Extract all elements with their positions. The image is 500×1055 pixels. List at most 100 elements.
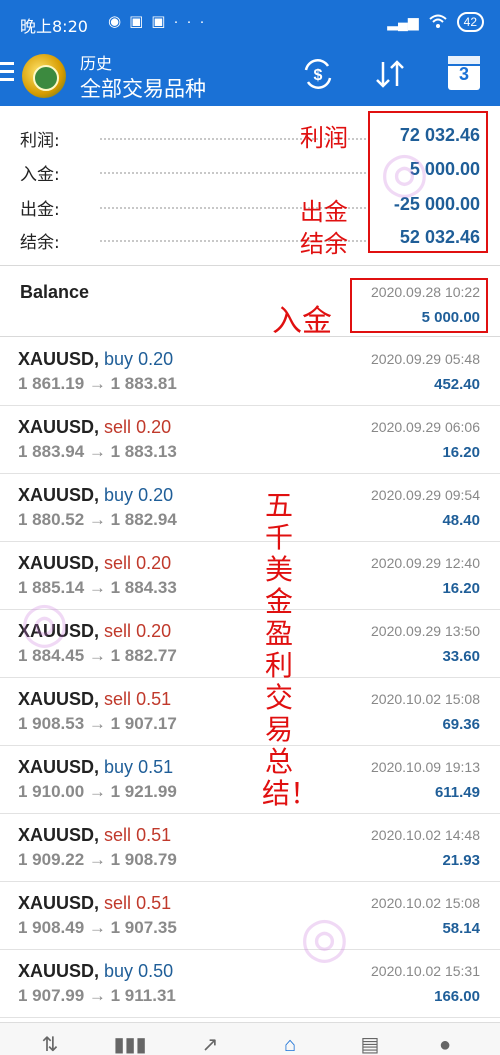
deal-row[interactable]: XAUUSD, sell 0.51 1 908.53 → 1 907.17 20… — [0, 678, 500, 746]
deal-row[interactable]: XAUUSD, sell 0.51 1 909.22 → 1 908.79 20… — [0, 814, 500, 882]
deal-profit: 48.40 — [442, 512, 480, 529]
deal-symbol: XAUUSD, — [18, 349, 100, 369]
deal-row[interactable]: XAUUSD, buy 0.20 1 861.19 → 1 883.81 202… — [0, 338, 500, 406]
dotted-leader — [100, 172, 370, 174]
calendar-icon[interactable]: 3 — [448, 56, 480, 90]
deal-volume: 0.51 — [136, 825, 172, 845]
deal-row[interactable]: XAUUSD, sell 0.51 1 908.49 → 1 907.35 20… — [0, 882, 500, 950]
status-right: ▂▄▆ 42 — [387, 12, 484, 32]
annotation-box-deposit — [350, 278, 488, 333]
deal-direction: buy — [104, 485, 134, 505]
quotes-icon[interactable]: ⇅ — [30, 1035, 70, 1055]
deal-symbol: XAUUSD, — [18, 621, 100, 641]
deal-profit: 69.36 — [442, 716, 480, 733]
notification-icon: ▣ — [129, 13, 152, 30]
deal-date: 2020.10.02 15:08 — [371, 691, 480, 707]
deal-row[interactable]: XAUUSD, sell 0.20 1 883.94 → 1 883.13 20… — [0, 406, 500, 474]
notification-icon-2: ▣ — [151, 13, 174, 30]
deal-profit: 611.49 — [434, 784, 480, 801]
deal-row[interactable]: XAUUSD, buy 0.20 1 880.52 → 1 882.94 202… — [0, 474, 500, 542]
battery-indicator: 42 — [456, 12, 484, 32]
menu-icon[interactable] — [0, 62, 14, 88]
status-time: 晚上8:20 — [20, 17, 88, 36]
deal-direction: buy — [104, 349, 134, 369]
annotation-box-summary — [368, 111, 488, 253]
deal-volume: 0.51 — [136, 893, 172, 913]
deal-direction: sell — [104, 825, 132, 845]
deal-row[interactable]: XAUUSD, sell 0.20 1 884.45 → 1 882.77 20… — [0, 610, 500, 678]
deal-row[interactable]: XAUUSD, buy 0.50 1 907.99 → 1 911.31 202… — [0, 950, 500, 1018]
symbol-filter[interactable]: 全部交易品种 — [80, 73, 206, 103]
summary-label: 利润: — [20, 131, 60, 151]
deal-volume: 0.20 — [136, 621, 172, 641]
status-bar: 晚上8:20 ◉▣▣··· ▂▄▆ 42 — [0, 0, 500, 46]
history-icon[interactable]: ⌂ — [270, 1035, 310, 1055]
annotation-vertical-caption: 五千美金盈利交易总结！ — [262, 489, 319, 810]
calendar-day: 3 — [458, 64, 469, 84]
balance-label: Balance — [20, 282, 90, 302]
deal-profit: 16.20 — [442, 580, 480, 597]
deal-prices: 1 885.14 → 1 884.33 — [18, 578, 177, 597]
deal-date: 2020.09.29 06:06 — [371, 419, 480, 435]
deal-symbol: XAUUSD, — [18, 417, 100, 437]
deal-volume: 0.51 — [138, 757, 174, 777]
deal-direction: sell — [104, 553, 132, 573]
deal-profit: 166.00 — [434, 988, 480, 1005]
deal-profit: 21.93 — [442, 852, 480, 869]
deal-date: 2020.09.29 09:54 — [371, 487, 480, 503]
deal-date: 2020.10.02 14:48 — [371, 827, 480, 843]
deal-row[interactable]: XAUUSD, buy 0.51 1 910.00 → 1 921.99 202… — [0, 746, 500, 814]
annotation-withdrawal: 出金 — [300, 198, 348, 226]
deal-prices: 1 861.19 → 1 883.81 — [18, 374, 177, 393]
more-dots: ··· — [173, 13, 213, 30]
deal-direction: buy — [104, 757, 134, 777]
deal-prices: 1 908.53 → 1 907.17 — [18, 714, 177, 733]
deal-direction: sell — [104, 621, 132, 641]
annotation-deposit: 入金 — [272, 304, 332, 339]
deal-profit: 58.14 — [442, 920, 480, 937]
summary-label: 入金: — [20, 165, 60, 185]
deal-row[interactable]: XAUUSD, sell 0.20 1 885.14 → 1 884.33 20… — [0, 542, 500, 610]
deal-symbol: XAUUSD, — [18, 553, 100, 573]
chat-icon[interactable]: ● — [425, 1035, 465, 1055]
deal-date: 2020.09.29 13:50 — [371, 623, 480, 639]
deal-symbol: XAUUSD, — [18, 485, 100, 505]
deal-date: 2020.10.02 15:08 — [371, 895, 480, 911]
deal-volume: 0.50 — [138, 961, 174, 981]
deal-profit: 16.20 — [442, 444, 480, 461]
sort-icon[interactable] — [370, 56, 410, 96]
deal-volume: 0.20 — [138, 349, 174, 369]
deal-date: 2020.10.09 19:13 — [371, 759, 480, 775]
deal-direction: buy — [104, 961, 134, 981]
svg-text:$: $ — [314, 67, 323, 84]
annotation-balance: 结余 — [300, 230, 348, 258]
deal-symbol: XAUUSD, — [18, 757, 100, 777]
deal-prices: 1 908.49 → 1 907.35 — [18, 918, 177, 937]
app-bar: 历史 全部交易品种 $ 3 — [0, 46, 500, 106]
signal-icon: ▂▄▆ — [387, 13, 419, 30]
deal-volume: 0.20 — [138, 485, 174, 505]
notification-icons: ◉▣▣··· — [108, 12, 212, 30]
page-subtitle: 历史 — [80, 54, 113, 73]
deal-date: 2020.09.29 12:40 — [371, 555, 480, 571]
deal-symbol: XAUUSD, — [18, 825, 100, 845]
deal-date: 2020.09.29 05:48 — [371, 351, 480, 367]
app-logo — [22, 54, 66, 98]
deal-direction: sell — [104, 689, 132, 709]
deal-prices: 1 910.00 → 1 921.99 — [18, 782, 177, 801]
wifi-icon — [428, 14, 447, 31]
deposit-withdraw-icon[interactable]: $ — [298, 56, 338, 96]
wechat-icon: ◉ — [108, 13, 130, 30]
chart-icon[interactable]: ▮▮▮ — [110, 1035, 150, 1055]
deals-list: XAUUSD, buy 0.20 1 861.19 → 1 883.81 202… — [0, 338, 500, 1018]
deal-profit: 452.40 — [434, 376, 480, 393]
deal-volume: 0.20 — [136, 553, 172, 573]
deal-prices: 1 880.52 → 1 882.94 — [18, 510, 177, 529]
annotation-profit: 利润 — [300, 124, 348, 152]
deal-symbol: XAUUSD, — [18, 893, 100, 913]
deal-prices: 1 883.94 → 1 883.13 — [18, 442, 177, 461]
news-icon[interactable]: ▤ — [350, 1035, 390, 1055]
deal-symbol: XAUUSD, — [18, 689, 100, 709]
trade-icon[interactable]: ↗ — [190, 1035, 230, 1055]
deal-date: 2020.10.02 15:31 — [371, 963, 480, 979]
